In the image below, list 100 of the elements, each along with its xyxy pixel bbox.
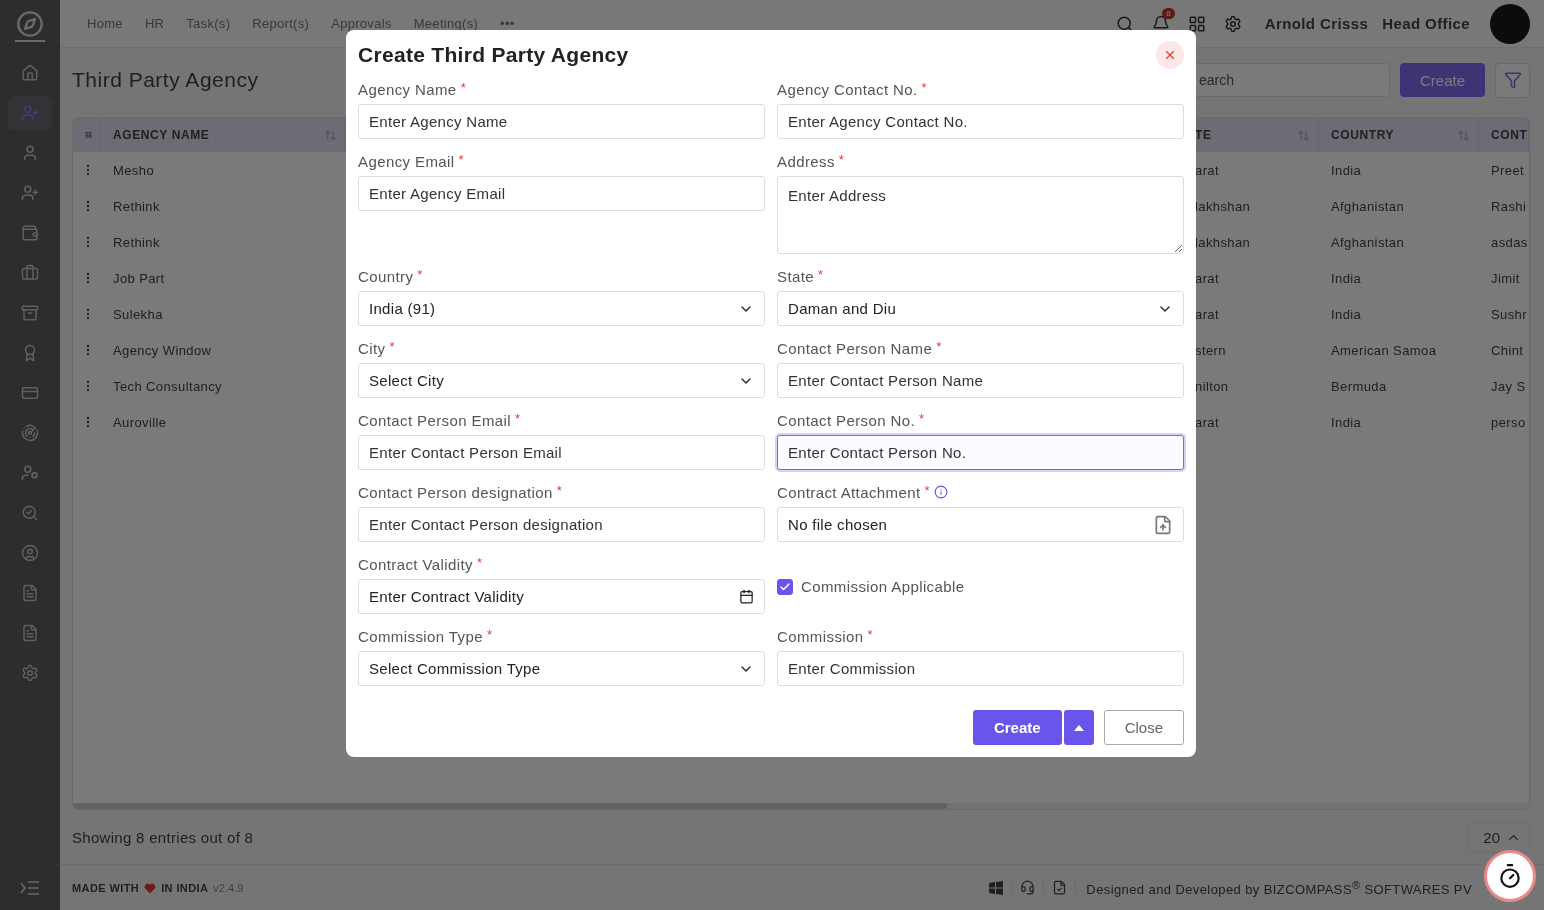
nav-link[interactable]: Approvals [331, 16, 392, 31]
heart-icon [144, 881, 157, 894]
menu-expand-icon[interactable] [20, 879, 40, 896]
required-mark: * [838, 152, 845, 167]
table-cell-text: lakhshan [1194, 233, 1252, 252]
field-label: Contract Attachment * [777, 477, 1184, 507]
checkbox-label: Commission Applicable [801, 578, 965, 595]
column-header[interactable]: AGENCY NAME [101, 118, 346, 152]
nav-link[interactable]: Report(s) [252, 16, 310, 31]
required-mark: * [389, 339, 395, 354]
required-mark: * [556, 483, 563, 498]
column-header[interactable]: COUNTRY [1319, 118, 1479, 152]
column-header[interactable]: CONT [1479, 118, 1529, 152]
checkbox[interactable] [777, 578, 793, 595]
select-field[interactable]: Daman and Diu [777, 291, 1184, 326]
check-icon [779, 580, 791, 593]
sort-icon[interactable] [1297, 128, 1310, 142]
field-label: Contact Person designation * [358, 482, 564, 503]
nav-link[interactable]: Meeting(s) [413, 16, 479, 31]
input-field[interactable]: Enter Contact Person No. [777, 435, 1184, 470]
table-cell-text: lakhshan [1194, 197, 1252, 216]
file-field[interactable]: No file chosen [777, 507, 1184, 542]
caret-up-icon [1073, 724, 1084, 731]
table-cell-text: Job Part [112, 269, 166, 288]
table-cell-text: India [1330, 413, 1363, 432]
filter-icon [1503, 71, 1522, 89]
sort-icon[interactable] [324, 128, 337, 142]
document-icon [21, 584, 39, 602]
user-name[interactable]: Arnold Crisss [1264, 15, 1369, 32]
select-field[interactable]: Select Commission Type [358, 651, 765, 686]
filter-button[interactable] [1495, 62, 1530, 98]
table-cell-text: Sulekha [112, 305, 164, 324]
document-icon [21, 624, 39, 642]
table-cell-text: Agency Window [112, 341, 213, 360]
required-mark: * [919, 411, 925, 426]
table-cell-text: India [1330, 269, 1363, 288]
table-cell-text: Afghanistan [1330, 197, 1406, 216]
info-icon[interactable] [934, 485, 948, 499]
radar-icon [21, 424, 39, 442]
grid-icon[interactable] [1187, 14, 1206, 33]
sidebar-item[interactable] [8, 96, 52, 130]
file-upload-icon [1153, 514, 1173, 535]
table-cell-text: Tech Consultancy [112, 377, 223, 396]
settings-icon[interactable] [1223, 14, 1242, 33]
required-mark: * [460, 80, 467, 95]
table-cell-text: Jay S [1490, 377, 1527, 396]
entries-summary: Showing 8 entries out of 8 [72, 828, 255, 846]
avatar[interactable] [1490, 3, 1530, 44]
document-check-icon[interactable] [1052, 880, 1068, 895]
calendar-icon [739, 589, 754, 604]
nav-link[interactable]: ••• [500, 16, 515, 31]
field-label: Agency Email * [358, 151, 465, 172]
page-title: Third Party Agency [72, 68, 259, 92]
table-cell-text: Chint [1490, 341, 1525, 360]
caret-up-button[interactable] [1063, 710, 1094, 745]
required-mark: * [476, 555, 483, 570]
table-cell-text: Auroville [112, 413, 168, 432]
required-mark: * [417, 267, 423, 282]
archive-icon [21, 304, 39, 322]
create-button[interactable]: Create [972, 710, 1062, 745]
field-label: Contact Person No. * [777, 410, 926, 431]
date-field[interactable]: Enter Contract Validity [358, 579, 765, 614]
field-label: Agency Name * [358, 79, 468, 100]
card-icon [21, 384, 39, 402]
headset-icon[interactable] [1020, 880, 1036, 895]
field-label: Commission * [777, 626, 874, 647]
table-cell-text: Rethink [112, 197, 161, 216]
field-label: Address * [777, 151, 846, 172]
create-button[interactable]: Create [1399, 63, 1485, 97]
search-check-icon [21, 504, 39, 522]
required-mark: * [924, 483, 930, 498]
required-mark: * [921, 80, 928, 95]
field-label: Country * [358, 266, 424, 287]
close-button[interactable] [1156, 41, 1184, 69]
close-button[interactable]: Close [1103, 710, 1184, 745]
select-field[interactable]: Select City [358, 363, 765, 398]
required-mark: * [515, 411, 521, 426]
windows-icon[interactable] [988, 880, 1003, 895]
stopwatch-icon [1497, 863, 1523, 889]
search-icon[interactable] [1115, 14, 1134, 33]
credit-text: Designed and Developed by BIZCOMPASS$^{®}$ SOFTWARES PV [1086, 878, 1472, 897]
column-settings-icon[interactable] [85, 129, 92, 141]
select-field[interactable]: India (91) [358, 291, 765, 326]
table-cell-text: Rashi [1490, 197, 1528, 216]
branch-name[interactable]: Head Office [1382, 15, 1470, 32]
user-gear-icon [21, 464, 39, 482]
nav-link[interactable]: HR [144, 16, 165, 31]
compass-logo-icon[interactable] [16, 10, 44, 38]
sort-icon[interactable] [1457, 128, 1470, 142]
nav-link[interactable]: Home [87, 16, 123, 31]
nav-link[interactable]: Task(s) [186, 16, 231, 31]
table-cell-text: Mesho [112, 161, 156, 180]
table-cell-text: nilton [1194, 377, 1230, 396]
user-plus-icon [21, 184, 39, 202]
footer-text: IN INDIA [161, 881, 209, 894]
settings-icon [21, 664, 39, 682]
scrollbar-thumb[interactable] [73, 803, 947, 809]
required-mark: * [936, 339, 942, 354]
textarea-field[interactable]: Enter Address [777, 176, 1184, 254]
table-cell-text: Preet [1490, 161, 1526, 180]
